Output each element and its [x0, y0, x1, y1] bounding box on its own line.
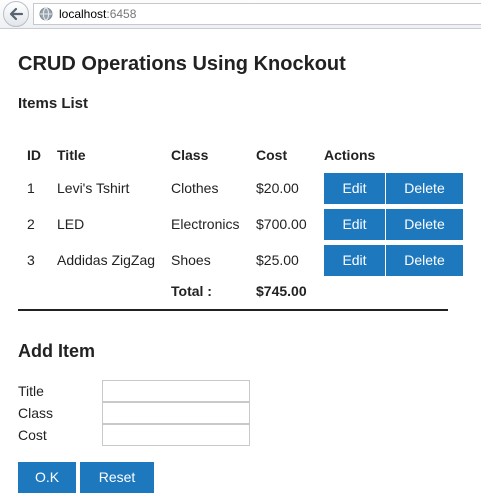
column-header-title: Title — [57, 147, 86, 163]
url-host: localhost — [59, 7, 107, 21]
edit-button[interactable]: Edit — [324, 208, 385, 240]
delete-button[interactable]: Delete — [386, 208, 463, 240]
total-value: $745.00 — [256, 283, 307, 299]
edit-button[interactable]: Edit — [324, 244, 385, 276]
cell-actions: Edit Delete — [313, 206, 463, 242]
cost-input[interactable] — [102, 424, 250, 446]
add-item-heading: Add Item — [18, 341, 96, 361]
edit-button[interactable]: Edit — [324, 172, 385, 204]
cell-id: 3 — [27, 252, 35, 268]
cell-title: LED — [57, 216, 85, 232]
cell-actions: Edit Delete — [313, 170, 463, 206]
back-button[interactable] — [3, 1, 29, 27]
column-header-id: ID — [27, 147, 41, 163]
delete-button[interactable]: Delete — [386, 172, 463, 204]
items-table: ID Title Class Cost Actions 1 Levi's Tsh… — [18, 140, 463, 304]
section-divider — [18, 309, 448, 311]
cell-class: Clothes — [171, 180, 219, 196]
delete-button[interactable]: Delete — [386, 244, 463, 276]
cell-id: 1 — [27, 180, 35, 196]
column-header-class: Class — [171, 147, 209, 163]
class-input[interactable] — [102, 402, 250, 424]
table-row: 3 Addidas ZigZag Shoes $25.00 Edit Delete — [18, 242, 463, 278]
url-field[interactable]: localhost:6458 — [33, 3, 481, 25]
title-label: Title — [18, 383, 44, 399]
column-header-cost: Cost — [256, 147, 288, 163]
cell-class: Electronics — [171, 216, 240, 232]
browser-address-bar: localhost:6458 — [0, 0, 481, 29]
ok-button[interactable]: O.K — [18, 462, 76, 493]
cell-id: 2 — [27, 216, 35, 232]
column-header-actions: Actions — [324, 147, 376, 163]
table-row: 1 Levi's Tshirt Clothes $20.00 Edit Delet… — [18, 170, 463, 206]
title-input[interactable] — [102, 380, 250, 402]
total-label: Total : — [171, 283, 212, 299]
back-arrow-icon — [9, 7, 24, 21]
cell-title: Levi's Tshirt — [57, 180, 130, 196]
cell-title: Addidas ZigZag — [57, 252, 156, 268]
url-port: :6458 — [106, 7, 137, 21]
table-row: 2 LED Electronics $700.00 Edit Delete — [18, 206, 463, 242]
cell-cost: $20.00 — [256, 180, 299, 196]
items-list-heading: Items List — [18, 95, 89, 112]
cell-class: Shoes — [171, 252, 211, 268]
globe-icon — [39, 7, 53, 26]
cell-actions: Edit Delete — [313, 242, 463, 278]
total-row: Total : $745.00 — [18, 278, 463, 304]
url-text: localhost:6458 — [59, 7, 136, 21]
cell-cost: $25.00 — [256, 252, 299, 268]
table-header-row: ID Title Class Cost Actions — [18, 140, 463, 170]
reset-button[interactable]: Reset — [80, 462, 154, 493]
cost-label: Cost — [18, 427, 47, 443]
class-label: Class — [18, 405, 54, 421]
cell-cost: $700.00 — [256, 216, 307, 232]
page-title: CRUD Operations Using Knockout — [18, 53, 346, 75]
